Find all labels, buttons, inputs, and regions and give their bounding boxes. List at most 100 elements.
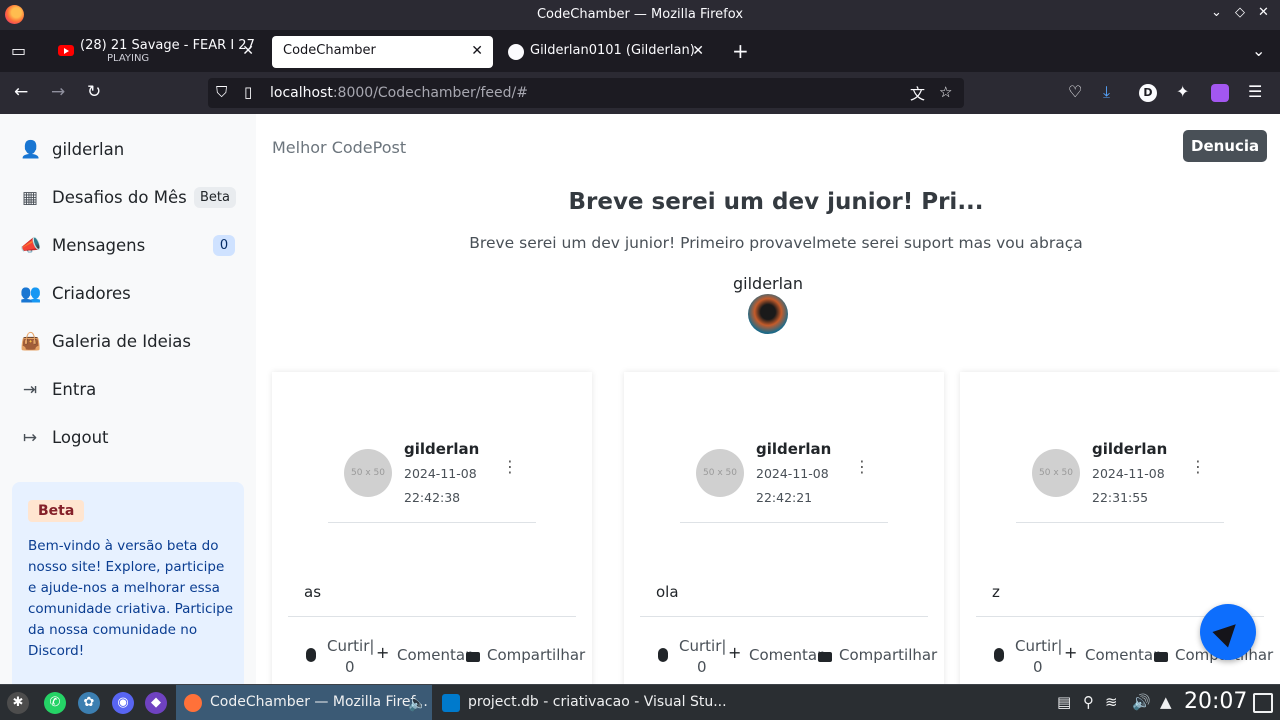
sidebar-item-creators[interactable]: 👥 Criadores — [20, 280, 240, 310]
bookmark-star-icon[interactable]: ☆ — [939, 83, 952, 101]
sidebar-item-login[interactable]: ⇥ Entra — [20, 376, 240, 406]
tray-expand-icon[interactable]: ▲ — [1160, 693, 1172, 711]
post-username[interactable]: gilderlan — [1092, 440, 1167, 458]
new-tab-button[interactable]: + — [732, 39, 749, 63]
share-button[interactable]: Compartilhar — [839, 646, 937, 664]
post-date: 2024-11-08 — [756, 466, 829, 481]
like-count: 0 — [697, 658, 707, 676]
post-username[interactable]: gilderlan — [756, 440, 831, 458]
kebab-menu-icon[interactable]: ⋮ — [502, 457, 518, 476]
tab-github[interactable]: Gilderlan0101 (Gilderlan) ✕ — [500, 36, 714, 68]
like-icon[interactable] — [994, 648, 1004, 662]
like-count: 0 — [1033, 658, 1043, 676]
taskbar-window-firefox[interactable]: CodeChamber — Mozilla Firef... 🔈 — [176, 685, 432, 720]
minimize-icon[interactable]: ⌄ — [1211, 5, 1222, 20]
window-title: CodeChamber — Mozilla Firefox — [536, 7, 744, 22]
sidebar-item-label: gilderlan — [52, 140, 125, 159]
address-bar[interactable]: ⛉ ▯ localhost:8000/Codechamber/feed/# 文 … — [208, 78, 964, 108]
share-button[interactable]: Compartilhar — [487, 646, 585, 664]
translate-icon[interactable]: 文 — [910, 83, 925, 104]
clipboard-icon[interactable]: ▤ — [1057, 693, 1071, 711]
sidebar-item-profile[interactable]: 👤 gilderlan — [20, 136, 240, 166]
shield-icon[interactable]: ⛉ — [216, 83, 227, 101]
post-avatar: 50 x 50 — [1032, 449, 1080, 497]
list-tabs-icon[interactable]: ⌄ — [1252, 41, 1265, 60]
share-icon[interactable] — [818, 652, 832, 662]
new-post-fab-button[interactable] — [1200, 604, 1256, 660]
logout-icon: ↦ — [22, 428, 38, 448]
url-text[interactable]: localhost:8000/Codechamber/feed/# — [270, 85, 528, 101]
divider — [640, 616, 928, 617]
app-launcher-icon[interactable]: ✱ — [7, 692, 29, 714]
best-post-author[interactable]: gilderlan — [256, 274, 1280, 293]
megaphone-icon: 📣 — [20, 236, 42, 256]
post-content: z — [992, 583, 1000, 601]
comment-button[interactable]: Comentar — [749, 646, 823, 664]
forward-icon[interactable]: → — [51, 82, 65, 102]
sidebar-item-ideas-gallery[interactable]: 👜 Galeria de Ideias — [20, 328, 240, 358]
tab-codechamber[interactable]: CodeChamber ✕ — [272, 36, 493, 68]
night-light-icon[interactable]: ⚲ — [1083, 693, 1094, 711]
show-desktop-icon[interactable] — [1253, 693, 1273, 713]
maximize-icon[interactable]: ◇ — [1235, 5, 1245, 20]
sidebar-item-logout[interactable]: ↦ Logout — [20, 424, 240, 454]
like-icon[interactable] — [306, 648, 316, 662]
discord-icon[interactable]: ◉ — [112, 692, 134, 714]
obsidian-icon[interactable]: ◆ — [145, 692, 167, 714]
like-button[interactable]: Curtir| 0 — [679, 636, 726, 678]
tab-label: (28) 21 Savage - FEAR I 27 — [80, 38, 255, 53]
github-icon — [508, 44, 524, 60]
post-time: 22:42:38 — [404, 490, 461, 505]
account-avatar[interactable]: D — [1139, 84, 1157, 102]
tab-close-icon[interactable]: ✕ — [471, 43, 483, 59]
window-titlebar: CodeChamber — Mozilla Firefox ⌄ ◇ ✕ — [0, 0, 1280, 30]
tab-close-icon[interactable]: ✕ — [692, 43, 704, 59]
downloads-icon[interactable]: ⤓ — [1103, 82, 1110, 102]
post-username[interactable]: gilderlan — [404, 440, 479, 458]
share-icon[interactable] — [1154, 652, 1168, 662]
wifi-icon[interactable]: ≋ — [1105, 693, 1118, 711]
like-button[interactable]: Curtir| 0 — [1015, 636, 1062, 678]
post-content: ola — [656, 583, 679, 601]
report-button[interactable]: Denucia — [1183, 130, 1268, 162]
taskbar-window-label: CodeChamber — Mozilla Firef... — [210, 694, 428, 710]
comment-button[interactable]: Comentar — [397, 646, 471, 664]
share-icon[interactable] — [466, 652, 480, 662]
settings-icon[interactable]: ✿ — [78, 692, 100, 714]
tab-label: Gilderlan0101 (Gilderlan) — [530, 43, 695, 58]
volume-icon[interactable]: 🔊 — [1132, 693, 1151, 711]
page-content: 👤 gilderlan ▦ Desafios do Mês Beta 📣 Men… — [0, 114, 1280, 684]
whatsapp-icon[interactable]: ✆ — [44, 692, 66, 714]
comment-button[interactable]: Comentar — [1085, 646, 1159, 664]
tab-close-icon[interactable]: ✕ — [242, 43, 254, 59]
like-icon[interactable] — [658, 648, 668, 662]
extensions-icon[interactable]: ✦ — [1176, 82, 1189, 101]
close-window-icon[interactable]: ✕ — [1258, 5, 1269, 20]
plus-icon[interactable]: + — [1064, 643, 1077, 662]
reload-icon[interactable]: ↻ — [87, 82, 101, 102]
tab-youtube[interactable]: (28) 21 Savage - FEAR I 27 PLAYING ✕ — [50, 36, 264, 68]
plus-icon[interactable]: + — [376, 643, 389, 662]
like-button[interactable]: Curtir| 0 — [327, 636, 374, 678]
kebab-menu-icon[interactable]: ⋮ — [854, 457, 870, 476]
url-path: :8000/Codechamber/feed/# — [332, 85, 528, 101]
best-post-author-avatar[interactable] — [748, 294, 788, 334]
system-taskbar: ✱ ✆ ✿ ◉ ◆ CodeChamber — Mozilla Firef...… — [0, 684, 1280, 720]
post-date: 2024-11-08 — [404, 466, 477, 481]
page-info-icon[interactable]: ▯ — [244, 83, 252, 101]
plus-icon[interactable]: + — [728, 643, 741, 662]
extension-icon[interactable] — [1211, 84, 1229, 102]
divider — [328, 522, 536, 523]
sidebar-item-challenges[interactable]: ▦ Desafios do Mês Beta — [20, 184, 240, 214]
divider — [680, 522, 888, 523]
clock[interactable]: 20:07 — [1184, 689, 1247, 714]
feed-main: Melhor CodePost Denucia Breve serei um d… — [256, 114, 1280, 684]
kebab-menu-icon[interactable]: ⋮ — [1190, 457, 1206, 476]
post-card: 50 x 50 gilderlan 2024-11-08 22:42:21 ⋮ … — [624, 372, 944, 684]
back-icon[interactable]: ← — [14, 82, 28, 102]
tab-overview-icon[interactable]: ▭ — [11, 41, 26, 60]
sidebar-item-messages[interactable]: 📣 Mensagens 0 — [20, 232, 240, 262]
app-menu-icon[interactable]: ☰ — [1248, 82, 1262, 101]
pocket-icon[interactable]: ♡ — [1068, 82, 1082, 101]
taskbar-window-vscode[interactable]: project.db - criativacao - Visual Stu... — [434, 685, 727, 720]
